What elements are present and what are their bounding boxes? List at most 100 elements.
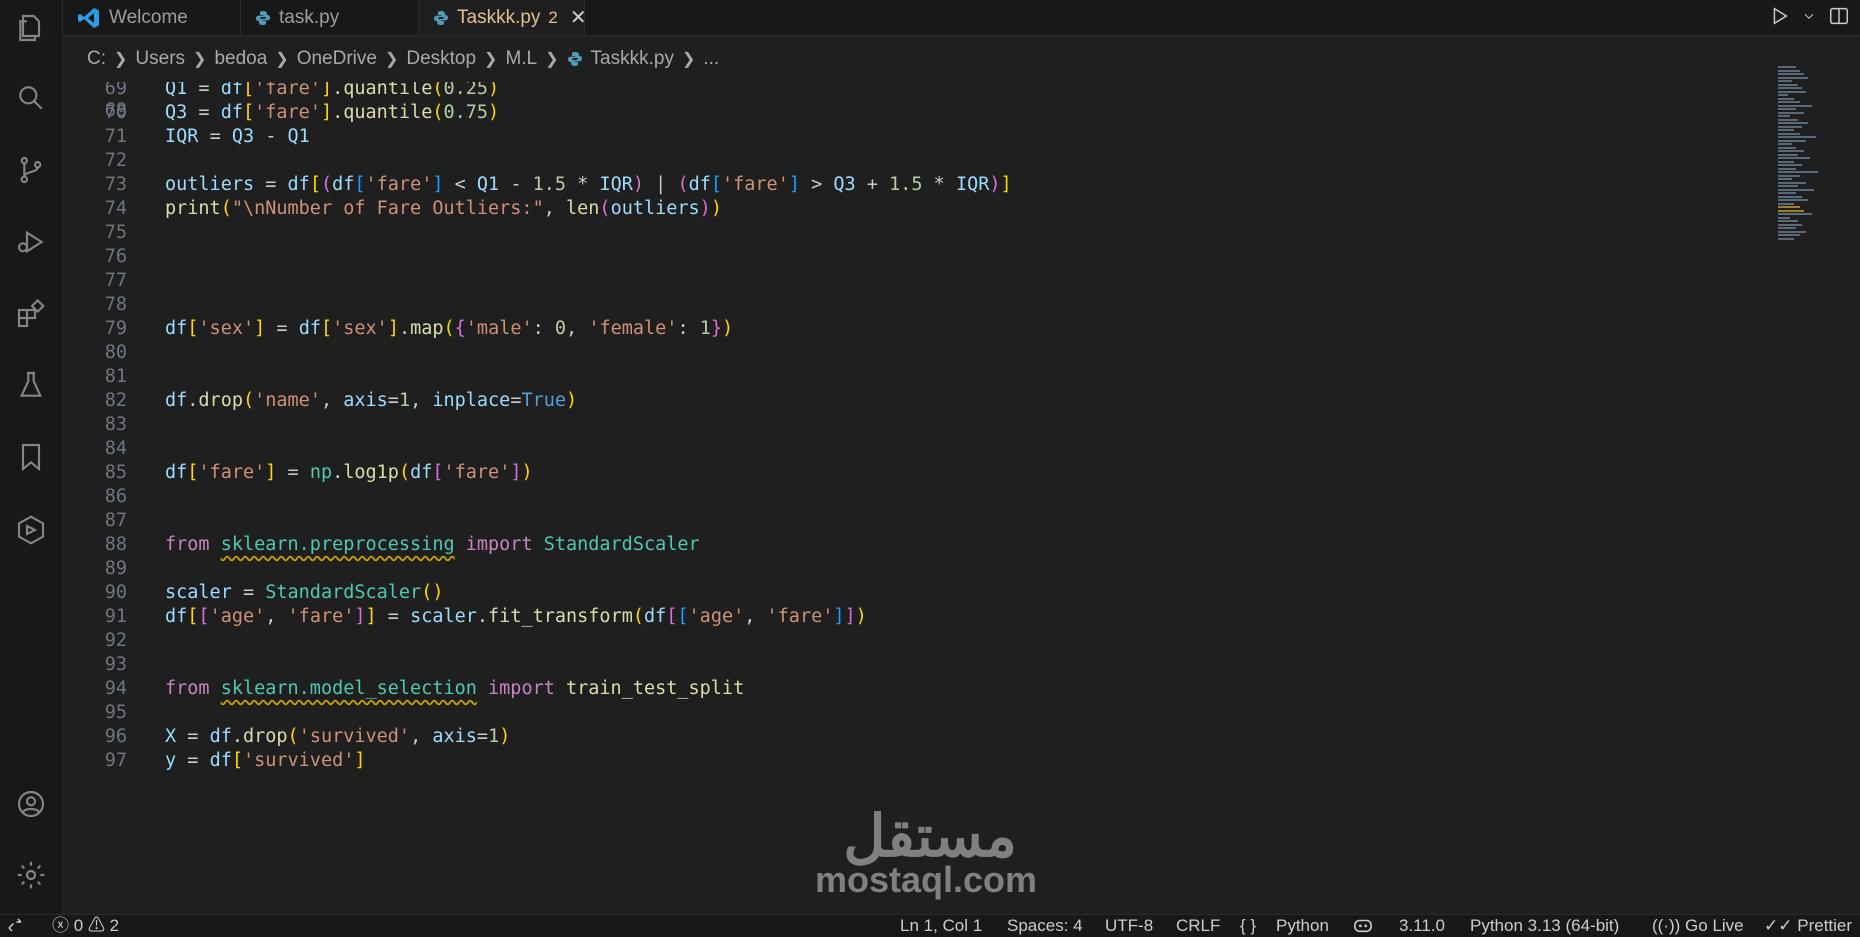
- minimap-line: [1778, 115, 1790, 117]
- minimap-line: [1778, 101, 1800, 103]
- minimap-line: [1778, 195, 1802, 198]
- source-control-icon[interactable]: [0, 142, 62, 198]
- minimap-line: [1778, 146, 1796, 149]
- remote-explorer-icon[interactable]: [0, 502, 62, 558]
- minimap-line: [1778, 213, 1812, 215]
- chevron-right-icon: ❯: [193, 51, 207, 68]
- run-icon[interactable]: [1768, 5, 1790, 31]
- breadcrumb-item[interactable]: Desktop: [406, 48, 476, 70]
- chevron-right-icon: ❯: [545, 51, 559, 68]
- search-icon[interactable]: [0, 70, 62, 126]
- end-of-line[interactable]: CRLF: [1176, 915, 1220, 937]
- tab-label: task.py: [279, 6, 340, 28]
- extensions-icon[interactable]: [0, 286, 62, 342]
- chevron-right-icon: ❯: [484, 51, 498, 68]
- python-version[interactable]: 3.11.0: [1399, 915, 1445, 937]
- explorer-icon[interactable]: [0, 0, 62, 56]
- minimap-line: [1778, 234, 1800, 236]
- cursor-position[interactable]: Ln 1, Col 1: [900, 915, 982, 937]
- breadcrumb: C: ❯ Users ❯ bedoa ❯ OneDrive ❯ Desktop …: [63, 36, 1860, 82]
- minimap-line: [1778, 199, 1808, 201]
- minimap-line: [1778, 136, 1816, 138]
- minimap-line: [1778, 108, 1796, 110]
- minimap[interactable]: [1770, 66, 1860, 915]
- bookmark-icon[interactable]: [0, 429, 62, 485]
- minimap-line: [1778, 174, 1800, 177]
- warning-count: 2: [109, 916, 120, 935]
- minimap-line: [1778, 185, 1798, 187]
- remote-indicator-icon[interactable]: [6, 915, 24, 937]
- settings-gear-icon[interactable]: [0, 847, 62, 903]
- go-live-button[interactable]: ((·)) Go Live: [1652, 915, 1744, 937]
- minimap-line: [1778, 150, 1804, 152]
- minimap-line: [1778, 188, 1814, 191]
- minimap-line: [1778, 69, 1800, 72]
- watermark-latin: mostaql.com: [815, 859, 1038, 900]
- minimap-line: [1778, 125, 1802, 128]
- minimap-line: [1778, 202, 1794, 205]
- encoding[interactable]: UTF-8: [1105, 915, 1153, 937]
- tab-task-py[interactable]: task.py: [241, 0, 419, 35]
- status-bar: ⓧ 0 ⚠ 2 Ln 1, Col 1 Spaces: 4 UTF-8 CRLF…: [0, 914, 1860, 937]
- broadcast-icon: ((·)): [1652, 916, 1681, 935]
- tab-bar: Welcome task.py Taskkk.py 2 ✕: [63, 0, 1860, 36]
- chevron-down-icon[interactable]: [1802, 8, 1816, 27]
- minimap-line: [1778, 181, 1806, 184]
- minimap-line: [1778, 237, 1794, 240]
- breadcrumb-item[interactable]: bedoa: [214, 48, 267, 70]
- tab-welcome[interactable]: Welcome: [63, 0, 241, 35]
- breadcrumb-item[interactable]: Taskkk.py: [591, 48, 674, 70]
- breadcrumb-item[interactable]: Users: [135, 48, 185, 70]
- error-icon: ⓧ: [52, 916, 69, 935]
- breadcrumb-item[interactable]: M.L: [505, 48, 537, 70]
- minimap-line: [1778, 87, 1802, 89]
- minimap-line: [1778, 157, 1810, 159]
- minimap-line: [1778, 122, 1808, 124]
- activity-bar: [0, 0, 63, 915]
- breadcrumb-item[interactable]: ...: [703, 48, 719, 70]
- python-interpreter[interactable]: Python 3.13 (64-bit): [1470, 915, 1619, 937]
- language-mode[interactable]: Python: [1276, 915, 1329, 937]
- minimap-line: [1778, 220, 1798, 222]
- tab-taskkk-py[interactable]: Taskkk.py 2 ✕: [419, 0, 587, 35]
- vscode-icon: [77, 6, 101, 30]
- minimap-line: [1778, 94, 1788, 96]
- minimap-line: [1778, 66, 1796, 68]
- breadcrumb-item[interactable]: C:: [87, 48, 106, 70]
- minimap-line: [1778, 153, 1798, 156]
- problems-indicator[interactable]: ⓧ 0 ⚠ 2: [52, 915, 119, 937]
- minimap-line: [1778, 164, 1802, 166]
- line-number: 97: [104, 750, 127, 771]
- account-icon[interactable]: [0, 776, 62, 832]
- minimap-line: [1778, 143, 1792, 145]
- minimap-line: [1778, 73, 1804, 75]
- watermark-arabic: مستقل: [843, 804, 1017, 869]
- testing-icon[interactable]: [0, 357, 62, 413]
- run-debug-icon[interactable]: [0, 214, 62, 270]
- close-icon[interactable]: ✕: [570, 5, 587, 30]
- split-editor-icon[interactable]: [1828, 5, 1850, 31]
- indentation[interactable]: Spaces: 4: [1007, 915, 1083, 937]
- minimap-line: [1778, 76, 1808, 79]
- prettier-button[interactable]: ✓✓ Prettier: [1764, 915, 1852, 937]
- code-editor[interactable]: 68 69 Q1 = df['fare'].quantile(0.25) 70 Q3 …: [63, 82, 1770, 915]
- minimap-line: [1778, 80, 1792, 82]
- minimap-line: [1778, 227, 1796, 229]
- minimap-line: [1778, 209, 1804, 212]
- copilot-icon[interactable]: [1352, 915, 1374, 937]
- minimap-line: [1778, 83, 1798, 86]
- minimap-line: [1778, 90, 1806, 93]
- watermark: مستقل mostaql.com: [815, 808, 1045, 900]
- prettier-label: Prettier: [1797, 916, 1853, 935]
- code-text: y = df['survived']: [165, 750, 366, 771]
- python-icon: [567, 51, 583, 67]
- minimap-line: [1778, 160, 1794, 163]
- breadcrumb-item[interactable]: OneDrive: [297, 48, 377, 70]
- error-count: 0: [73, 916, 84, 935]
- minimap-line: [1778, 178, 1792, 180]
- minimap-line: [1778, 223, 1802, 226]
- check-double-icon: ✓✓: [1764, 916, 1793, 935]
- minimap-line: [1778, 129, 1794, 131]
- minimap-line: [1778, 167, 1796, 170]
- minimap-line: [1778, 139, 1806, 142]
